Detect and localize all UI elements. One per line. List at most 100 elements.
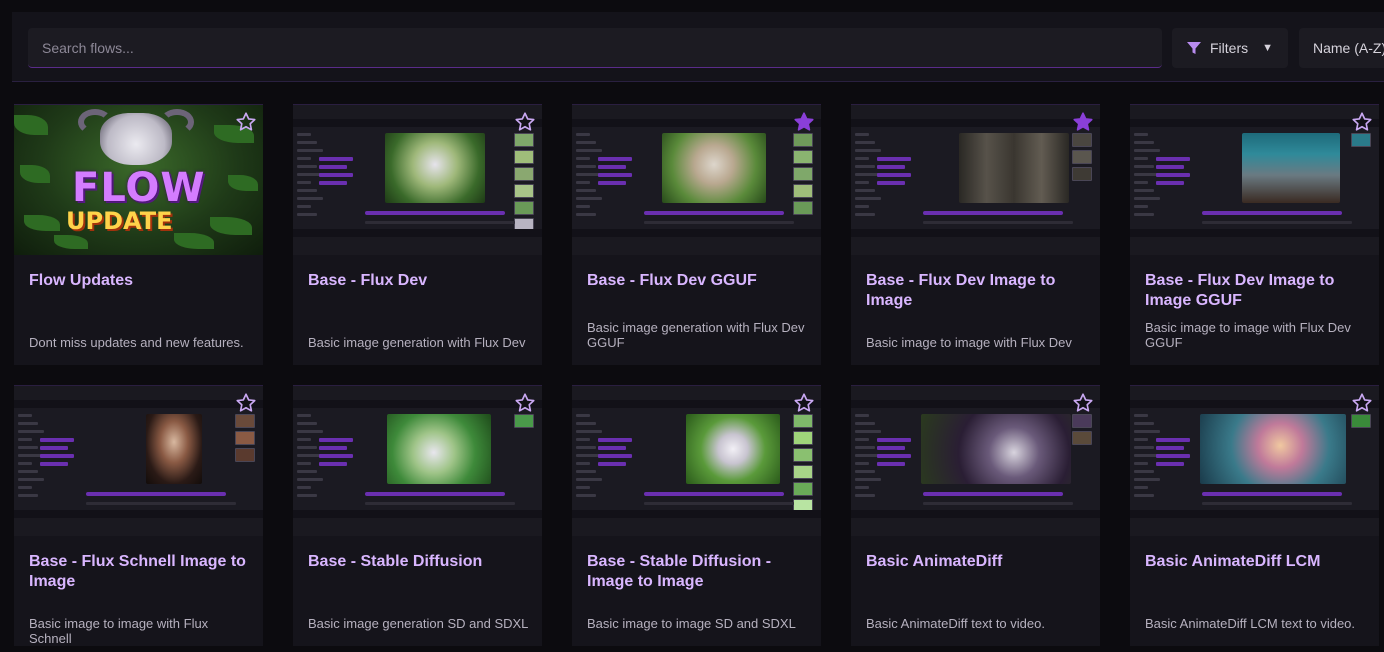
param-row xyxy=(576,181,590,184)
param-row xyxy=(855,197,881,200)
param-row xyxy=(18,430,44,433)
flow-title: Base - Flux Dev xyxy=(308,272,428,289)
star-icon[interactable] xyxy=(1351,392,1373,414)
thumbnail xyxy=(851,386,1100,536)
preview-image xyxy=(921,414,1071,484)
mini-prompt xyxy=(365,221,515,224)
param-row xyxy=(297,205,311,208)
star-icon[interactable] xyxy=(235,392,257,414)
flow-description: Basic image to image SD and SDXL xyxy=(587,616,796,631)
param-row xyxy=(1134,446,1154,449)
param-slider xyxy=(40,446,68,450)
funnel-icon xyxy=(1187,42,1201,54)
star-icon[interactable] xyxy=(1351,111,1373,133)
gallery-thumb xyxy=(793,184,813,198)
param-row xyxy=(297,446,317,449)
gallery-thumb xyxy=(793,465,813,479)
param-slider xyxy=(598,438,632,442)
param-row xyxy=(1134,157,1148,160)
thumbnail xyxy=(572,386,821,536)
flow-title: Base - Flux Schnell Image to Image xyxy=(29,553,246,590)
gallery-thumb xyxy=(1351,133,1371,147)
flow-description: Dont miss updates and new features. xyxy=(29,335,244,350)
flow-card[interactable]: Basic AnimateDiff Basic AnimateDiff text… xyxy=(851,385,1100,646)
mini-gallery xyxy=(793,414,817,516)
param-row xyxy=(297,438,311,441)
param-slider xyxy=(1156,462,1184,466)
param-row xyxy=(855,414,869,417)
flow-card[interactable]: Base - Flux Dev Image to Image GGUF Basi… xyxy=(1130,104,1379,365)
flow-card[interactable]: Base - Flux Schnell Image to Image Basic… xyxy=(14,385,263,646)
star-filled-icon[interactable] xyxy=(1072,111,1094,133)
mini-params xyxy=(1134,414,1194,504)
thumbnail xyxy=(851,105,1100,255)
star-icon[interactable] xyxy=(793,392,815,414)
star-icon[interactable] xyxy=(514,111,536,133)
mini-toolbar xyxy=(572,119,821,127)
star-icon[interactable] xyxy=(514,392,536,414)
flow-card[interactable]: Base - Flux Dev Basic image generation w… xyxy=(293,104,542,365)
param-row xyxy=(1134,205,1148,208)
param-row xyxy=(855,486,869,489)
flow-card[interactable]: Base - Flux Dev GGUF Basic image generat… xyxy=(572,104,821,365)
param-row xyxy=(1134,430,1160,433)
star-icon[interactable] xyxy=(1072,392,1094,414)
gallery-thumb xyxy=(1072,133,1092,147)
flow-card[interactable]: Base - Flux Dev Image to Image Basic ima… xyxy=(851,104,1100,365)
param-row xyxy=(1134,438,1148,441)
preview-image xyxy=(387,414,491,484)
mini-status-bar xyxy=(851,510,1100,518)
param-slider xyxy=(598,181,626,185)
param-row xyxy=(576,494,596,497)
param-slider xyxy=(877,462,905,466)
param-slider xyxy=(877,157,911,161)
search-input[interactable] xyxy=(42,39,1162,56)
mini-params xyxy=(855,133,915,223)
param-row xyxy=(1134,478,1160,481)
param-row xyxy=(297,478,323,481)
gallery-thumb xyxy=(793,414,813,428)
param-row xyxy=(576,486,590,489)
flow-description: Basic image generation SD and SDXL xyxy=(308,616,529,631)
flow-card[interactable]: Base - Stable Diffusion - Image to Image… xyxy=(572,385,821,646)
preview-image xyxy=(1200,414,1346,484)
param-row xyxy=(576,189,596,192)
param-row xyxy=(576,430,602,433)
star-icon[interactable] xyxy=(235,111,257,133)
mini-toolbar xyxy=(293,400,542,408)
param-row xyxy=(1134,462,1148,465)
param-row xyxy=(576,478,602,481)
flow-card[interactable]: Basic AnimateDiff LCM Basic AnimateDiff … xyxy=(1130,385,1379,646)
filters-button[interactable]: Filters ▼ xyxy=(1172,28,1288,68)
param-row xyxy=(576,157,590,160)
param-slider xyxy=(40,438,74,442)
gallery-thumb xyxy=(1072,150,1092,164)
param-row xyxy=(1134,213,1154,216)
gallery-thumb xyxy=(235,431,255,445)
mini-toolbar xyxy=(851,119,1100,127)
search-box[interactable] xyxy=(28,28,1162,68)
param-row xyxy=(1134,422,1154,425)
param-slider xyxy=(877,438,911,442)
mini-status-bar xyxy=(1130,229,1379,237)
param-row xyxy=(855,446,875,449)
sort-select[interactable]: Name (A-Z) xyxy=(1299,28,1384,68)
param-row xyxy=(576,165,596,168)
gallery-thumb xyxy=(514,201,534,215)
param-slider xyxy=(319,446,347,450)
param-slider xyxy=(319,181,347,185)
workflow-screenshot xyxy=(1130,400,1379,518)
star-filled-icon[interactable] xyxy=(793,111,815,133)
flow-card[interactable]: FLOW UPDATE Flow Updates Dont miss updat… xyxy=(14,104,263,365)
param-slider xyxy=(319,454,353,458)
param-row xyxy=(18,462,32,465)
flow-description: Basic AnimateDiff LCM text to video. xyxy=(1145,616,1356,631)
param-row xyxy=(18,478,44,481)
mini-params xyxy=(297,133,357,223)
param-slider xyxy=(598,446,626,450)
mini-gallery xyxy=(793,133,817,218)
param-slider xyxy=(877,454,911,458)
mini-params xyxy=(1134,133,1194,223)
flow-card[interactable]: Base - Stable Diffusion Basic image gene… xyxy=(293,385,542,646)
mini-status-bar xyxy=(572,229,821,237)
